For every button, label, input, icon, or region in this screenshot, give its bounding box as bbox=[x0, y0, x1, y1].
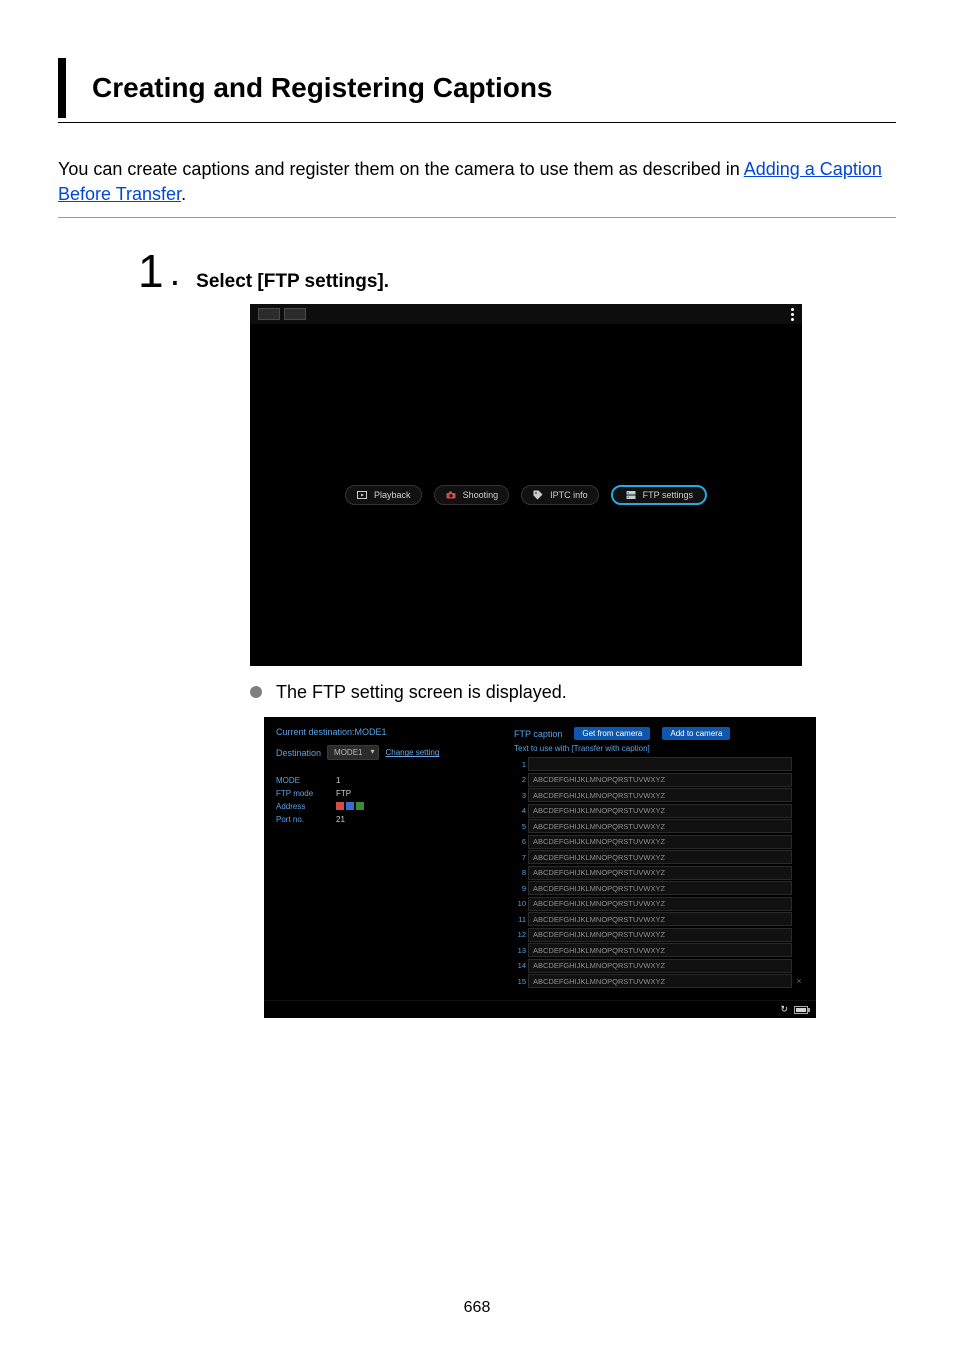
caption-input[interactable] bbox=[528, 974, 792, 988]
caption-row: 2× bbox=[514, 773, 804, 787]
screenshot-ftp-settings: Current destination:MODE1 Destination MO… bbox=[264, 717, 816, 1018]
caption-row: 1× bbox=[514, 757, 804, 771]
caption-description: Text to use with [Transfer with caption] bbox=[514, 744, 804, 753]
window-thumb bbox=[258, 308, 280, 320]
port-value: 21 bbox=[336, 815, 345, 824]
caption-input[interactable] bbox=[528, 804, 792, 818]
destination-select[interactable]: MODE1 bbox=[327, 745, 379, 760]
caption-input[interactable] bbox=[528, 773, 792, 787]
caption-input[interactable] bbox=[528, 819, 792, 833]
caption-row: 6× bbox=[514, 835, 804, 849]
caption-input[interactable] bbox=[528, 866, 792, 880]
caption-number: 12 bbox=[514, 930, 526, 939]
caption-row: 3× bbox=[514, 788, 804, 802]
mode-key: MODE bbox=[276, 776, 324, 785]
caption-number: 5 bbox=[514, 822, 526, 831]
caption-number: 10 bbox=[514, 899, 526, 908]
tag-icon bbox=[532, 489, 544, 501]
menu-iptc-label: IPTC info bbox=[550, 490, 588, 500]
overflow-menu-icon[interactable] bbox=[791, 308, 794, 321]
caption-number: 8 bbox=[514, 868, 526, 877]
intro-text-before: You can create captions and register the… bbox=[58, 159, 744, 179]
caption-row: 13× bbox=[514, 943, 804, 957]
battery-icon bbox=[794, 1006, 808, 1014]
destination-label: Destination bbox=[276, 748, 321, 758]
sub-bullet-icon bbox=[250, 686, 262, 698]
caption-row: 9× bbox=[514, 881, 804, 895]
menu-playback-label: Playback bbox=[374, 490, 411, 500]
caption-row: 5× bbox=[514, 819, 804, 833]
caption-number: 4 bbox=[514, 806, 526, 815]
caption-number: 11 bbox=[514, 915, 526, 924]
caption-input[interactable] bbox=[528, 959, 792, 973]
caption-input[interactable] bbox=[528, 881, 792, 895]
menu-shooting-button[interactable]: Shooting bbox=[434, 485, 510, 505]
address-key: Address bbox=[276, 802, 324, 811]
ftp-icon bbox=[625, 489, 637, 501]
mode-value: 1 bbox=[336, 776, 340, 785]
page-title: Creating and Registering Captions bbox=[92, 72, 896, 104]
ftpmode-value: FTP bbox=[336, 789, 351, 798]
caption-row: 8× bbox=[514, 866, 804, 880]
intro-text-after: . bbox=[181, 184, 186, 204]
caption-number: 2 bbox=[514, 775, 526, 784]
menu-iptc-button[interactable]: IPTC info bbox=[521, 485, 599, 505]
menu-ftp-button[interactable]: FTP settings bbox=[611, 485, 707, 505]
caption-number: 15 bbox=[514, 977, 526, 986]
caption-input[interactable] bbox=[528, 757, 792, 771]
get-from-camera-button[interactable]: Get from camera bbox=[574, 727, 650, 740]
caption-number: 7 bbox=[514, 853, 526, 862]
caption-number: 13 bbox=[514, 946, 526, 955]
caption-row: 10× bbox=[514, 897, 804, 911]
change-setting-link[interactable]: Change setting bbox=[385, 748, 439, 757]
refresh-icon[interactable]: ↻ bbox=[780, 1004, 788, 1015]
caption-number: 6 bbox=[514, 837, 526, 846]
caption-number: 1 bbox=[514, 760, 526, 769]
step-title: Select [FTP settings]. bbox=[196, 271, 389, 293]
caption-input[interactable] bbox=[528, 850, 792, 864]
sub-note: The FTP setting screen is displayed. bbox=[276, 682, 567, 703]
menu-playback-button[interactable]: Playback bbox=[345, 485, 422, 505]
ftpmode-key: FTP mode bbox=[276, 789, 324, 798]
screenshot-menu: Playback Shooting IPTC info FTP settings bbox=[250, 304, 802, 666]
caption-row: 7× bbox=[514, 850, 804, 864]
caption-input[interactable] bbox=[528, 928, 792, 942]
close-icon[interactable]: × bbox=[794, 976, 804, 986]
window-thumb bbox=[284, 308, 306, 320]
menu-ftp-label: FTP settings bbox=[643, 490, 693, 500]
step-number: 1 bbox=[138, 248, 164, 294]
caption-input[interactable] bbox=[528, 943, 792, 957]
ftp-caption-label: FTP caption bbox=[514, 729, 562, 739]
caption-number: 3 bbox=[514, 791, 526, 800]
address-value bbox=[336, 802, 364, 811]
caption-input[interactable] bbox=[528, 912, 792, 926]
caption-row: 11× bbox=[514, 912, 804, 926]
playback-icon bbox=[356, 489, 368, 501]
caption-input[interactable] bbox=[528, 835, 792, 849]
page-number: 668 bbox=[0, 1299, 954, 1317]
intro-paragraph: You can create captions and register the… bbox=[58, 157, 896, 207]
add-to-camera-button[interactable]: Add to camera bbox=[662, 727, 730, 740]
port-key: Port no. bbox=[276, 815, 324, 824]
caption-row: 14× bbox=[514, 959, 804, 973]
caption-row: 12× bbox=[514, 928, 804, 942]
caption-number: 9 bbox=[514, 884, 526, 893]
step-dot: . bbox=[170, 254, 181, 292]
caption-input[interactable] bbox=[528, 788, 792, 802]
current-destination-label: Current destination:MODE1 bbox=[276, 727, 502, 737]
menu-shooting-label: Shooting bbox=[463, 490, 499, 500]
caption-row: 4× bbox=[514, 804, 804, 818]
caption-input[interactable] bbox=[528, 897, 792, 911]
camera-icon bbox=[445, 489, 457, 501]
caption-row: 15 × bbox=[514, 974, 804, 988]
title-rule bbox=[58, 122, 896, 123]
intro-rule bbox=[58, 217, 896, 218]
caption-number: 14 bbox=[514, 961, 526, 970]
